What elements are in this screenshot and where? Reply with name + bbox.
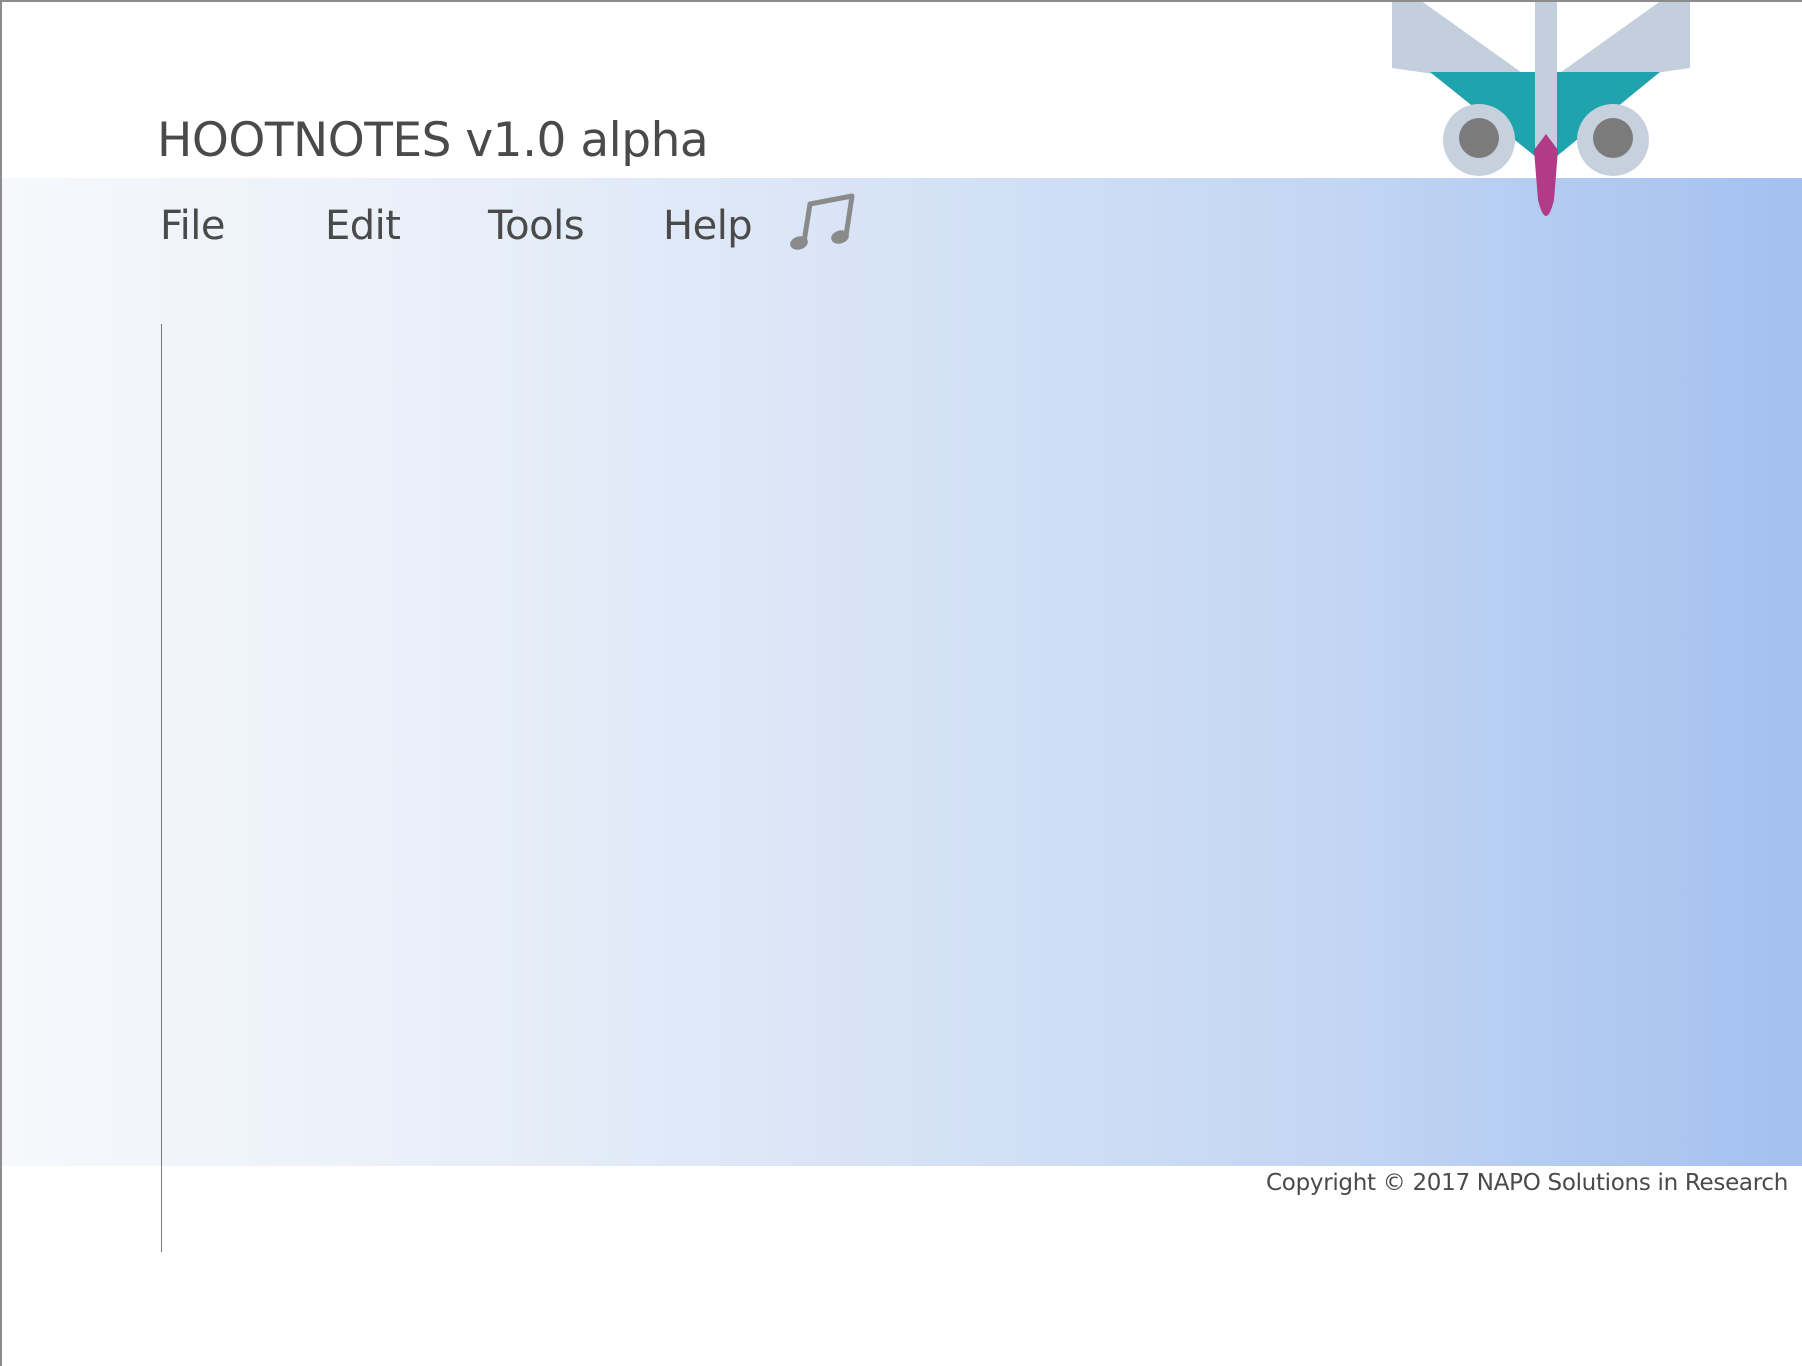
app-title: HOOTNOTES v1.0 alpha	[157, 113, 709, 168]
menu-edit[interactable]: Edit	[325, 203, 401, 249]
owl-logo-icon	[1392, 0, 1692, 230]
music-note-icon[interactable]	[790, 192, 858, 252]
copyright-text: Copyright © 2017 NAPO Solutions in Resea…	[1266, 1170, 1788, 1196]
main-content-area	[0, 178, 1802, 1166]
menu-tools[interactable]: Tools	[488, 203, 585, 249]
editor-left-rule	[161, 324, 162, 1252]
menu-help[interactable]: Help	[663, 203, 753, 249]
menu-file[interactable]: File	[160, 203, 225, 249]
